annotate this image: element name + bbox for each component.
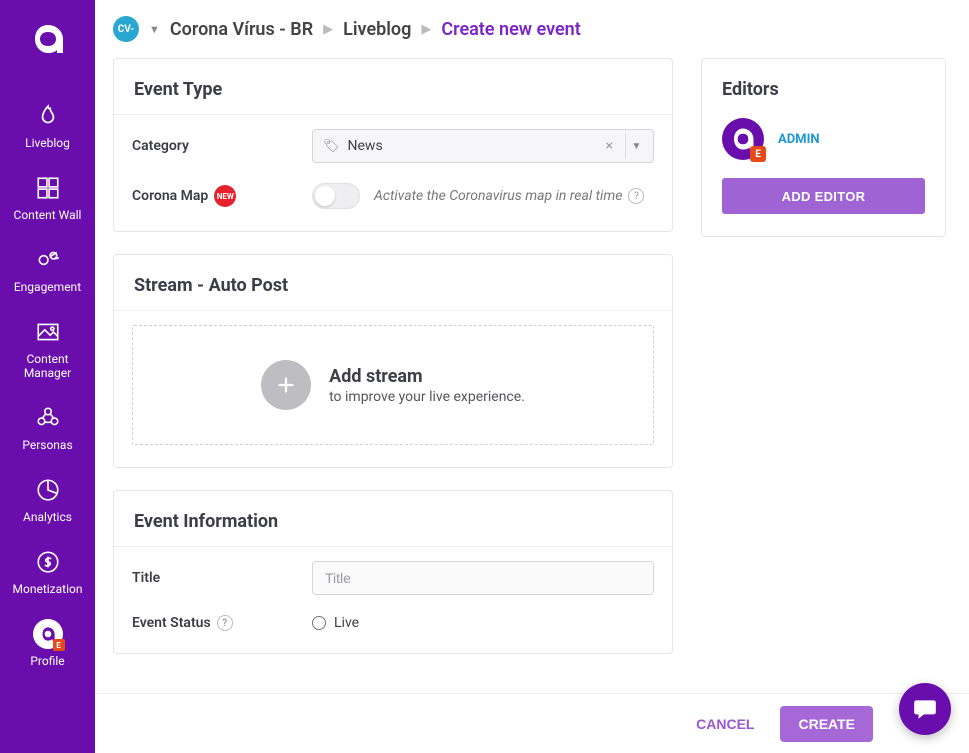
avatar: E: [722, 118, 764, 160]
corona-map-toggle[interactable]: [312, 183, 360, 209]
sidebar-item-label: Personas: [22, 438, 72, 452]
footer-bar: CANCEL CREATE: [95, 693, 969, 753]
card-title: Editors: [722, 79, 925, 100]
help-icon[interactable]: ?: [628, 188, 644, 204]
sidebar-item-label: Engagement: [14, 280, 81, 294]
sidebar: Liveblog Content Wall Engagement Content…: [0, 0, 95, 753]
sidebar-item-content-wall[interactable]: Content Wall: [0, 162, 95, 234]
help-icon[interactable]: ?: [217, 615, 233, 631]
plus-icon: [261, 360, 311, 410]
sidebar-item-label: Content Wall: [14, 208, 82, 222]
clear-icon[interactable]: ×: [602, 138, 617, 154]
add-stream-box[interactable]: Add stream to improve your live experien…: [132, 325, 654, 445]
sidebar-item-label: Content Manager: [4, 352, 91, 380]
breadcrumb-item-current: Create new event: [441, 19, 580, 40]
editor-row: E ADMIN: [722, 118, 925, 160]
sidebar-item-monetization[interactable]: Monetization: [0, 536, 95, 608]
chevron-down-icon[interactable]: ▼: [149, 23, 160, 36]
new-badge: NEW: [214, 185, 236, 207]
flame-icon: [32, 100, 64, 132]
sidebar-item-personas[interactable]: Personas: [0, 392, 95, 464]
toggle-hint: Activate the Coronavirus map in real tim…: [374, 188, 644, 204]
project-badge[interactable]: CV-: [113, 16, 139, 42]
category-select[interactable]: 🏷 News × ▼: [312, 129, 654, 163]
card-title: Event Information: [134, 511, 652, 532]
add-stream-subtitle: to improve your live experience.: [329, 389, 525, 405]
stream-card: Stream - Auto Post Add stream to improve…: [113, 254, 673, 468]
sidebar-item-label: Monetization: [13, 582, 83, 596]
status-radio[interactable]: [312, 616, 326, 630]
sidebar-item-analytics[interactable]: Analytics: [0, 464, 95, 536]
tag-icon: 🏷: [323, 139, 340, 154]
people-icon: [32, 402, 64, 434]
sidebar-item-profile[interactable]: E Profile: [0, 608, 95, 680]
title-input[interactable]: [312, 561, 654, 595]
chat-launcher[interactable]: [899, 683, 951, 735]
sidebar-item-engagement[interactable]: Engagement: [0, 234, 95, 306]
event-status-label: Event Status ?: [132, 615, 312, 631]
breadcrumb-item[interactable]: Corona Vírus - BR: [170, 19, 313, 40]
breadcrumb-item[interactable]: Liveblog: [343, 19, 411, 40]
chevron-right-icon: ▶: [323, 22, 333, 37]
category-value: News: [348, 138, 594, 154]
sidebar-item-label: Profile: [30, 654, 64, 668]
add-editor-button[interactable]: ADD EDITOR: [722, 178, 925, 214]
create-button[interactable]: CREATE: [780, 706, 873, 742]
avatar-icon: E: [32, 618, 64, 650]
main-content: CV- ▼ Corona Vírus - BR ▶ Liveblog ▶ Cre…: [95, 0, 969, 693]
add-stream-title: Add stream: [329, 366, 525, 387]
image-icon: [32, 316, 64, 348]
card-title: Event Type: [134, 79, 652, 100]
corona-map-label: Corona Map NEW: [132, 185, 312, 207]
megaphone-icon: [32, 244, 64, 276]
cancel-button[interactable]: CANCEL: [684, 708, 766, 740]
sidebar-item-content-manager[interactable]: Content Manager: [0, 306, 95, 392]
sidebar-item-label: Liveblog: [25, 136, 70, 150]
event-info-card: Event Information Title Event Status ?: [113, 490, 673, 654]
title-label: Title: [132, 570, 312, 586]
chevron-down-icon[interactable]: ▼: [625, 133, 647, 159]
editor-name[interactable]: ADMIN: [778, 132, 820, 147]
status-option-live[interactable]: Live: [312, 615, 654, 631]
grid-icon: [32, 172, 64, 204]
sidebar-item-label: Analytics: [23, 510, 72, 524]
chevron-right-icon: ▶: [421, 22, 431, 37]
card-title: Stream - Auto Post: [134, 275, 652, 296]
category-label: Category: [132, 138, 312, 154]
event-type-card: Event Type Category 🏷 News × ▼: [113, 58, 673, 232]
app-logo[interactable]: [23, 14, 73, 64]
breadcrumb: CV- ▼ Corona Vírus - BR ▶ Liveblog ▶ Cre…: [95, 0, 969, 50]
sidebar-item-liveblog[interactable]: Liveblog: [0, 90, 95, 162]
pie-chart-icon: [32, 474, 64, 506]
dollar-icon: [32, 546, 64, 578]
editors-card: Editors E ADMIN ADD EDITOR: [701, 58, 946, 237]
